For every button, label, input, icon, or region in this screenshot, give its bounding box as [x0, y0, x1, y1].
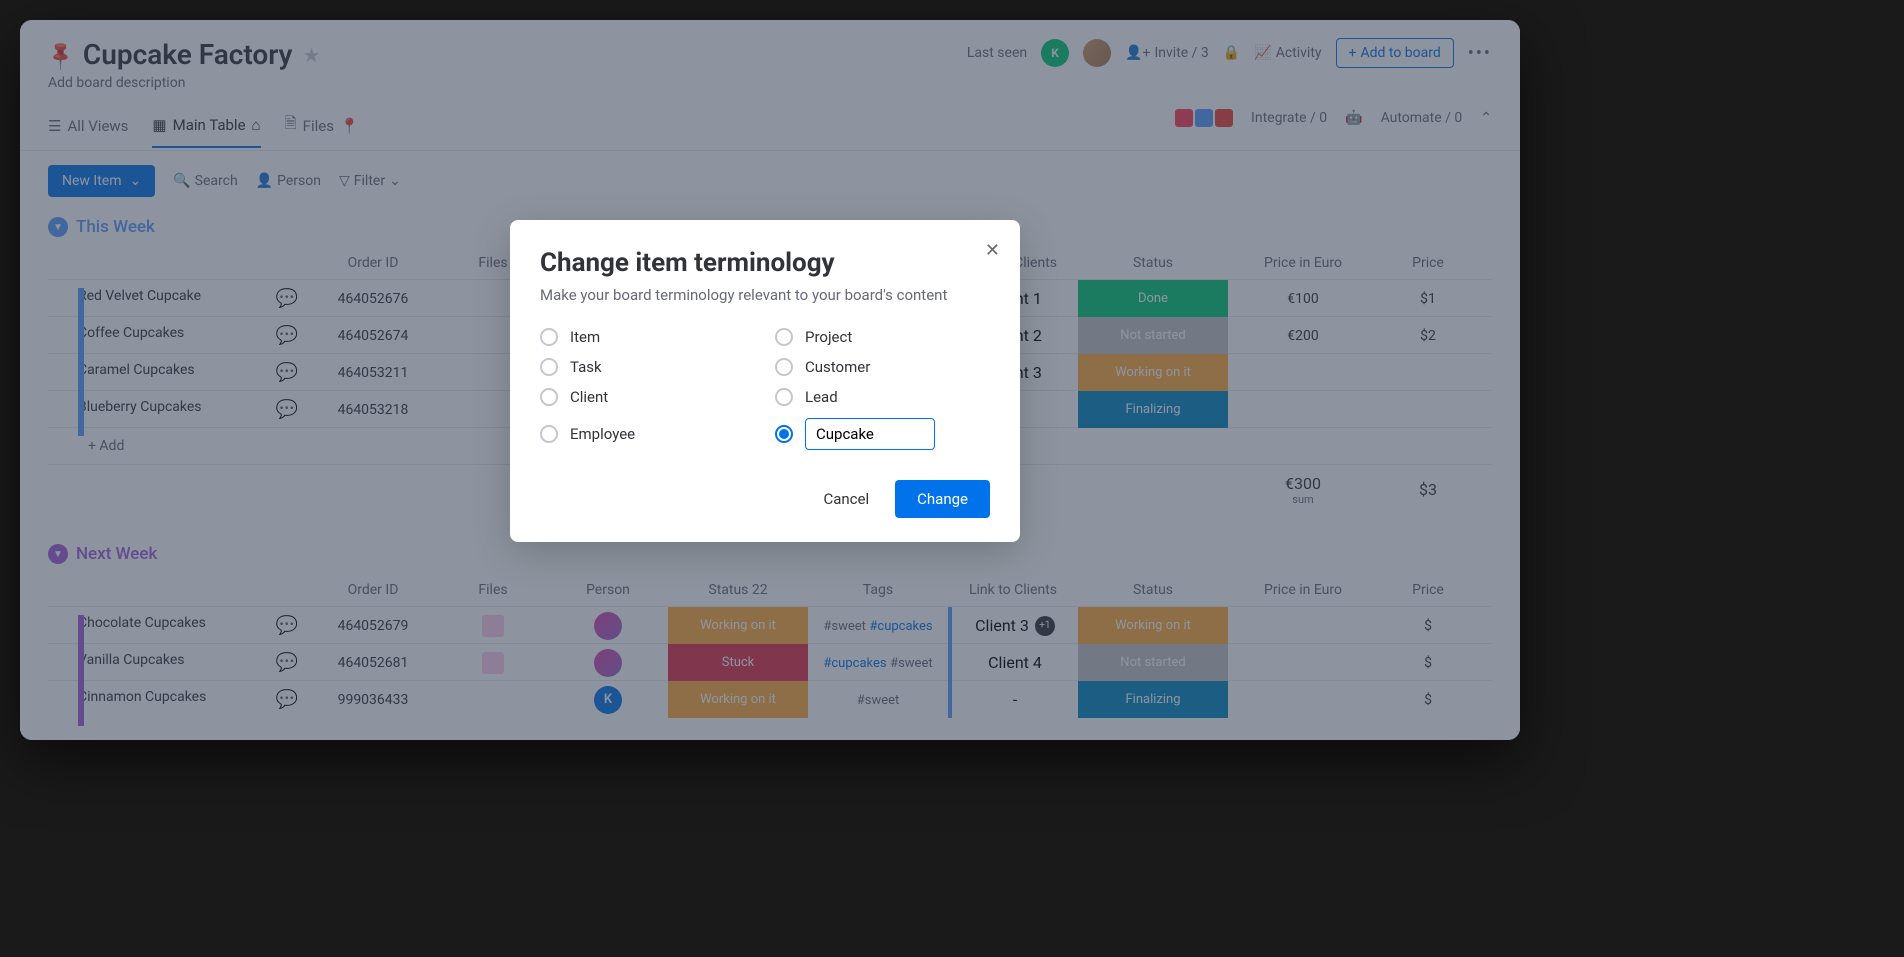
radio-employee[interactable]: Employee: [540, 418, 755, 450]
radio-item[interactable]: Item: [540, 328, 755, 346]
custom-terminology-input[interactable]: [805, 418, 935, 450]
radio-client[interactable]: Client: [540, 388, 755, 406]
cancel-button[interactable]: Cancel: [805, 480, 887, 518]
radio-custom[interactable]: [775, 418, 990, 450]
radio-lead[interactable]: Lead: [775, 388, 990, 406]
radio-project[interactable]: Project: [775, 328, 990, 346]
radio-customer[interactable]: Customer: [775, 358, 990, 376]
modal-title: Change item terminology: [540, 248, 990, 278]
radio-task[interactable]: Task: [540, 358, 755, 376]
close-icon[interactable]: ✕: [985, 240, 1000, 261]
terminology-modal: ✕ Change item terminology Make your boar…: [510, 220, 1020, 542]
modal-subtitle: Make your board terminology relevant to …: [540, 286, 990, 304]
change-button[interactable]: Change: [895, 480, 990, 518]
